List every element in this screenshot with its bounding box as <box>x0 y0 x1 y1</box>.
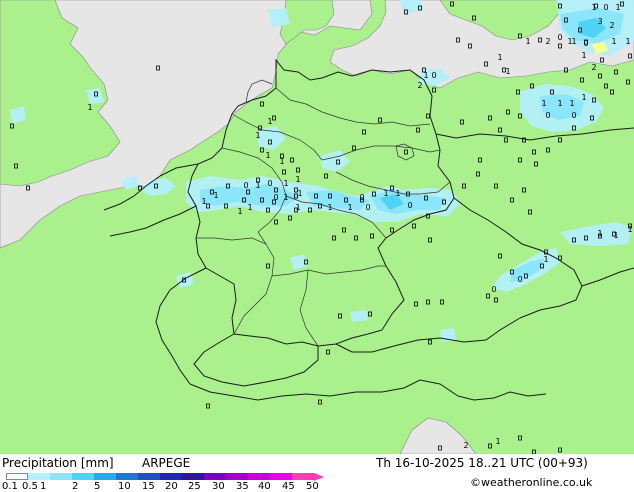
legend-tick-label: 15 <box>142 481 155 492</box>
precipitation-value: 1 <box>255 181 260 190</box>
legend-tick-label: 25 <box>188 481 201 492</box>
precipitation-value: 1 <box>295 175 300 184</box>
precipitation-value: 0 <box>571 111 576 120</box>
precipitation-value: 1 <box>265 151 270 160</box>
legend-color-swatch <box>248 473 270 480</box>
precipitation-value: 1 <box>571 37 576 46</box>
precipitation-value: 1 <box>395 189 400 198</box>
precipitation-value: 1 <box>247 203 252 212</box>
precipitation-value: 1 <box>347 203 352 212</box>
legend-arrow <box>314 473 324 481</box>
legend-color-swatch <box>94 473 116 480</box>
precipitation-value: 2 <box>609 21 614 30</box>
precipitation-value: 1 <box>543 255 548 264</box>
precipitation-value: 1 <box>87 103 92 112</box>
precipitation-map: 1 0 1231 101 2 1121101211111110100 1 11 1 1 01 1001… <box>0 0 634 454</box>
precipitation-value: 0 <box>267 179 272 188</box>
precipitation-value: 2 <box>417 81 422 90</box>
precipitation-value: 1 <box>627 225 632 234</box>
legend-color-swatch <box>6 473 28 480</box>
precipitation-value: 1 <box>613 231 618 240</box>
footer: Precipitation [mm] ARPEGE Th 16-10-2025 … <box>0 454 634 492</box>
precipitation-value: 0 <box>243 181 248 190</box>
precipitation-value: 0 <box>491 285 496 294</box>
precipitation-value: 1 <box>525 37 530 46</box>
precipitation-value: 0 <box>365 203 370 212</box>
precipitation-value: 1 <box>505 67 510 76</box>
precipitation-value: 1 <box>279 157 284 166</box>
precipitation-value: 1 <box>423 71 428 80</box>
precipitation-value: 1 <box>591 3 596 12</box>
precipitation-value: 1 <box>383 189 388 198</box>
forecast-datetime: Th 16-10-2025 18..21 UTC (00+93) <box>376 456 588 470</box>
legend-tick-label: 0.5 <box>22 481 38 492</box>
legend-color-swatch <box>116 473 138 480</box>
precipitation-value: 1 <box>611 37 616 46</box>
legend-color-swatch <box>204 473 226 480</box>
legend-color-swatch <box>160 473 182 480</box>
legend-tick-label: 45 <box>282 481 295 492</box>
legend-tick-label: 1 <box>40 481 47 492</box>
precipitation-value: 1 <box>597 229 602 238</box>
precipitation-value: 2 <box>545 37 550 46</box>
legend-tick-label: 5 <box>94 481 101 492</box>
legend-color-swatch <box>292 473 314 480</box>
precipitation-value: 1 <box>581 51 586 60</box>
precipitation-value: 0 <box>407 201 412 210</box>
legend-tick-label: 0.1 <box>2 481 18 492</box>
legend-color-swatch <box>50 473 72 480</box>
precipitation-value: 0 <box>431 71 436 80</box>
precipitation-value: 0 <box>273 193 278 202</box>
site-credit: ©weatheronline.co.uk <box>470 476 593 489</box>
precipitation-value: 1 <box>297 189 302 198</box>
precipitation-value: 1 <box>237 207 242 216</box>
precipitation-value: 0 <box>603 3 608 12</box>
precipitation-value: 1 <box>283 179 288 188</box>
legend-color-swatch <box>138 473 160 480</box>
precipitation-value: 1 <box>283 193 288 202</box>
precipitation-value: 1 <box>497 53 502 62</box>
legend-tick-label: 35 <box>236 481 249 492</box>
legend-color-swatch <box>28 473 50 480</box>
precipitation-value: 2 <box>463 441 468 450</box>
legend-color-swatch <box>182 473 204 480</box>
precipitation-value: 1 <box>625 37 630 46</box>
legend-color-swatch <box>72 473 94 480</box>
legend-tick-label: 10 <box>118 481 131 492</box>
precipitation-value: 0 <box>359 193 364 202</box>
precipitation-value: 1 <box>295 203 300 212</box>
precipitation-value: 1 <box>615 3 620 12</box>
precipitation-value: 1 <box>213 191 218 200</box>
precipitation-value: 1 <box>557 99 562 108</box>
precipitation-value: 0 <box>545 111 550 120</box>
precipitation-value: 1 <box>569 99 574 108</box>
precipitation-value: 1 <box>267 117 272 126</box>
precipitation-value: 3 <box>597 17 602 26</box>
legend-tick-label: 2 <box>72 481 79 492</box>
precipitation-value: 1 <box>541 99 546 108</box>
legend-color-swatch <box>270 473 292 480</box>
legend-tick-label: 30 <box>212 481 225 492</box>
precipitation-value: 2 <box>591 63 596 72</box>
precipitation-value: 1 <box>255 131 260 140</box>
legend-tick-label: 20 <box>165 481 178 492</box>
legend-color-swatch <box>226 473 248 480</box>
precipitation-value: 1 <box>327 203 332 212</box>
precipitation-value: 1 <box>201 197 206 206</box>
precipitation-value: 1 <box>495 437 500 446</box>
legend-tick-label: 50 <box>306 481 319 492</box>
precipitation-value: 0 <box>517 275 522 284</box>
precipitation-value: 0 <box>557 33 562 42</box>
precipitation-value: 1 <box>581 93 586 102</box>
precipitation-value: 0 <box>583 39 588 48</box>
precipitation-legend: 0.1 0.5 1 2 5 10 15 20 25 30 35 40 45 50 <box>0 454 330 492</box>
legend-tick-label: 40 <box>258 481 271 492</box>
